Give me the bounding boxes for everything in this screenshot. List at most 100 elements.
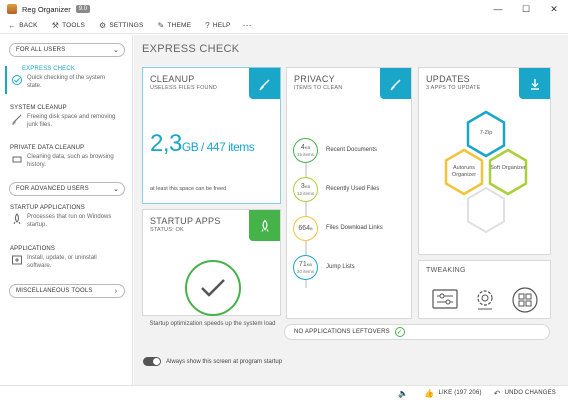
privacy-size: 3KB: [300, 183, 311, 190]
like-label: LIKE (197 206): [438, 390, 482, 396]
sliders-icon[interactable]: [431, 286, 459, 314]
page-title: EXPRESS CHECK: [142, 43, 240, 55]
settings-menu[interactable]: ⚙ SETTINGS: [99, 21, 143, 30]
sidebar-item-label: APPLICATIONS: [10, 246, 56, 252]
like-button[interactable]: 👍 LIKE (197 206): [424, 389, 481, 398]
chevron-down-icon: ⌄: [111, 184, 121, 194]
broom-icon: [10, 113, 24, 127]
window-title: Reg Organizer: [22, 4, 71, 14]
apps-grid-icon[interactable]: [511, 286, 539, 314]
update-app-label: Soft Organizer: [490, 165, 526, 171]
tools-icon: ⚒: [51, 21, 60, 30]
title-bar: Reg Organizer 9.0 — ☐ ✕: [0, 0, 568, 18]
chevron-right-icon: ›: [111, 286, 121, 296]
startup-apps-card[interactable]: STARTUP APPS STATUS: OK Startup optimiza…: [142, 209, 281, 327]
sidebar-item-express-check[interactable]: EXPRESS CHECK Quick checking of the syst…: [5, 66, 128, 94]
privacy-label: Files Download Links: [326, 225, 383, 231]
sidebar-item-desc: Freeing disk space and removing junk fil…: [27, 114, 116, 128]
tweaking-title: TWEAKING: [426, 267, 466, 274]
close-button[interactable]: ✕: [540, 0, 568, 18]
section-label: FOR ADVANCED USERS: [16, 186, 89, 192]
privacy-row-download-links[interactable]: 664B Files Download Links: [293, 216, 413, 246]
undo-icon: ↶: [493, 388, 501, 398]
back-button[interactable]: ← BACK: [8, 21, 38, 30]
updates-corner-button[interactable]: [519, 68, 550, 99]
express-check-icon: [10, 74, 24, 88]
section-label: FOR ALL USERS: [16, 47, 66, 53]
show-at-startup-toggle[interactable]: [143, 357, 161, 366]
privacy-count: 15 items: [296, 152, 314, 157]
update-app-label: 7-Zip: [479, 130, 493, 136]
more-menu-button[interactable]: ⋯: [243, 20, 252, 31]
brush-icon: ✎: [157, 21, 165, 30]
cleanup-card[interactable]: CLEANUP USELESS FILES FOUND 2,3GB / 447 …: [142, 67, 281, 204]
cleanup-corner-button[interactable]: [249, 68, 280, 99]
help-label: HELP: [212, 22, 231, 29]
privacy-row-recent-documents[interactable]: 4KB 15 items Recent Documents: [293, 138, 413, 168]
help-menu[interactable]: ? HELP: [205, 21, 230, 30]
undo-changes-button[interactable]: ↶ UNDO CHANGES: [494, 389, 556, 398]
startup-screen-toggle-row: Always show this screen at program start…: [143, 357, 282, 366]
sidebar-item-private-data-cleanup[interactable]: PRIVATE DATA CLEANUP Cleaning data, such…: [10, 145, 128, 169]
theme-menu[interactable]: ✎ THEME: [158, 21, 192, 30]
update-app-label: Autoruns Organizer: [451, 165, 477, 178]
notifications-button[interactable]: 🔈: [398, 389, 412, 398]
eraser-icon: [390, 79, 400, 90]
section-label: MISCELLANEOUS TOOLS: [16, 288, 93, 294]
rocket-icon: [260, 219, 269, 232]
privacy-size-bubble: 3KB 13 items: [293, 177, 318, 202]
undo-label: UNDO CHANGES: [504, 390, 556, 396]
section-for-all-users[interactable]: FOR ALL USERS ⌄: [9, 43, 125, 57]
section-for-advanced-users[interactable]: FOR ADVANCED USERS ⌄: [9, 182, 125, 196]
help-icon: ?: [205, 21, 210, 30]
sidebar-item-label: STARTUP APPLICATIONS: [10, 205, 85, 211]
version-badge: 9.0: [75, 5, 91, 13]
broom-icon: [259, 79, 269, 90]
status-bar: 🔈 👍 LIKE (197 206) ↶ UNDO CHANGES: [0, 385, 568, 400]
cleanup-title: CLEANUP: [150, 74, 195, 84]
sidebar-item-applications[interactable]: APPLICATIONS Install, update, or uninsta…: [10, 246, 128, 270]
check-circle-icon: ✓: [394, 327, 405, 337]
privacy-size: 664B: [298, 224, 313, 232]
privacy-corner-button[interactable]: [380, 68, 411, 99]
privacy-label: Recent Documents: [326, 147, 378, 153]
privacy-subtitle: ITEMS TO CLEAN: [294, 85, 343, 91]
privacy-row-jump-lists[interactable]: 71KB 20 items Jump Lists: [293, 255, 413, 285]
window-controls: — ☐ ✕: [484, 0, 568, 18]
privacy-label: Recently Used Files: [326, 186, 380, 192]
toggle-label: Always show this screen at program start…: [166, 358, 283, 365]
speaker-icon: 🔈: [398, 388, 409, 398]
updates-title: UPDATES: [426, 74, 470, 84]
updates-card[interactable]: UPDATES 3 APPS TO UPDATE 7-Zip Autoruns …: [418, 67, 551, 255]
minimize-button[interactable]: —: [484, 0, 512, 18]
startup-ok-icon: [185, 260, 241, 316]
privacy-label: Jump Lists: [326, 264, 355, 270]
tweaking-card[interactable]: TWEAKING: [418, 260, 551, 319]
privacy-size: 4KB: [300, 144, 311, 151]
chevron-down-icon: ⌄: [111, 45, 121, 55]
no-leftovers-status[interactable]: NO APPLICATIONS LEFTOVERS ✓: [284, 324, 550, 340]
download-icon: [530, 78, 539, 90]
startup-corner-button[interactable]: [249, 210, 280, 241]
sidebar-item-startup-applications[interactable]: STARTUP APPLICATIONS Processes that run …: [10, 205, 128, 229]
updates-subtitle: 3 APPS TO UPDATE: [426, 85, 481, 91]
arrow-left-icon: ←: [8, 21, 17, 30]
tools-label: TOOLS: [62, 22, 86, 29]
startup-status: STATUS: OK: [150, 227, 184, 233]
privacy-size-bubble: 71KB 20 items: [293, 255, 318, 280]
sidebar-item-label: PRIVATE DATA CLEANUP: [10, 145, 85, 151]
settings-label: SETTINGS: [109, 22, 144, 29]
privacy-card[interactable]: PRIVACY ITEMS TO CLEAN 4KB 15 items Rece…: [286, 67, 412, 319]
back-label: BACK: [19, 22, 38, 29]
sidebar-item-desc: Cleaning data, such as browsing history.: [27, 154, 114, 168]
tools-menu[interactable]: ⚒ TOOLS: [52, 21, 85, 30]
privacy-row-recently-used-files[interactable]: 3KB 13 items Recently Used Files: [293, 177, 413, 207]
maximize-button[interactable]: ☐: [512, 0, 540, 18]
sidebar: FOR ALL USERS ⌄ EXPRESS CHECK Quick chec…: [0, 35, 133, 385]
gear-icon: ⚙: [99, 21, 107, 30]
sidebar-item-system-cleanup[interactable]: SYSTEM CLEANUP Freeing disk space and re…: [10, 105, 128, 129]
section-miscellaneous-tools[interactable]: MISCELLANEOUS TOOLS ›: [9, 284, 125, 298]
thumbs-up-icon: 👍: [424, 388, 435, 398]
gear-monitor-icon[interactable]: [471, 286, 499, 314]
app-logo-icon: [7, 4, 17, 14]
